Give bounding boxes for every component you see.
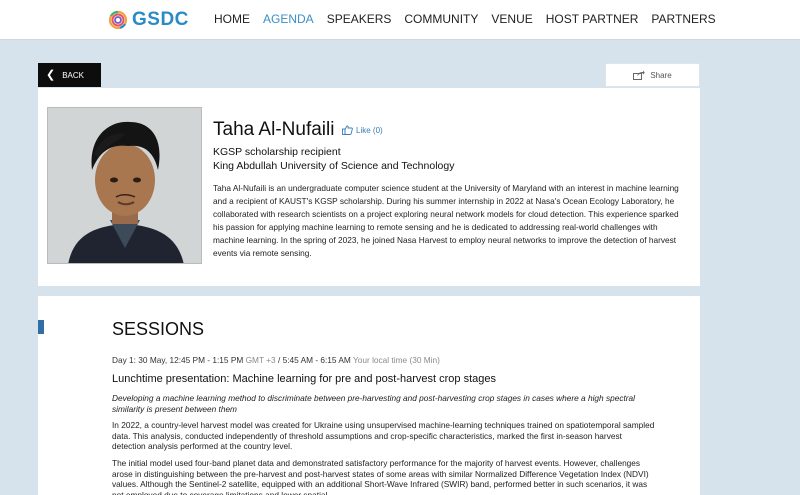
top-navigation-bar: GSDC HOME AGENDA SPEAKERS COMMUNITY VENU… <box>0 0 800 40</box>
nav-item-community[interactable]: COMMUNITY <box>404 12 478 26</box>
speaker-organization: King Abdullah University of Science and … <box>213 160 455 172</box>
back-button[interactable]: ❮ BACK <box>38 63 101 87</box>
session-description-paragraph: In 2022, a country-level harvest model w… <box>112 420 655 451</box>
speaker-bio: Taha Al-Nufaili is an undergraduate comp… <box>213 183 679 258</box>
sessions-section: SESSIONS Day 1: 30 May, 12:45 PM - 1:15 … <box>38 296 700 495</box>
sessions-heading: SESSIONS <box>112 319 205 339</box>
speaker-profile-card: Taha Al-Nufaili Like (0) KGSP scholarshi… <box>38 88 700 286</box>
like-count-label: Like (0) <box>356 125 383 135</box>
session-title[interactable]: Lunchtime presentation: Machine learning… <box>112 373 496 385</box>
chevron-left-icon: ❮ <box>46 68 56 81</box>
share-button[interactable]: Share <box>605 63 700 87</box>
speaker-photo <box>47 107 202 264</box>
nav-item-partners[interactable]: PARTNERS <box>651 12 715 26</box>
section-accent-bar <box>38 320 44 334</box>
nav-item-venue[interactable]: VENUE <box>491 12 532 26</box>
speaker-portrait-icon <box>48 108 201 263</box>
speaker-role: KGSP scholarship recipient <box>213 146 341 158</box>
speaker-name: Taha Al-Nufaili <box>213 119 335 140</box>
session-day-time: Day 1: 30 May, 12:45 PM - 1:15 PM <box>112 355 244 365</box>
nav-item-host-partner[interactable]: HOST PARTNER <box>546 12 639 26</box>
like-button[interactable]: Like (0) <box>342 125 383 135</box>
session-local-time: / 5:45 AM - 6:15 AM <box>277 355 351 365</box>
logo-text: GSDC <box>132 9 189 30</box>
logo-icon <box>108 10 128 30</box>
share-icon <box>633 70 646 80</box>
session-subtitle: Developing a machine learning method to … <box>112 393 635 414</box>
nav-item-agenda[interactable]: AGENDA <box>263 12 314 26</box>
share-button-label: Share <box>650 70 672 80</box>
session-description-paragraph: The initial model used four-band planet … <box>112 458 649 495</box>
session-duration: (30 Min) <box>409 355 440 365</box>
site-logo[interactable]: GSDC <box>108 8 189 32</box>
main-nav: HOME AGENDA SPEAKERS COMMUNITY VENUE HOS… <box>214 12 729 26</box>
nav-item-home[interactable]: HOME <box>214 12 250 26</box>
nav-item-speakers[interactable]: SPEAKERS <box>327 12 392 26</box>
session-time: Day 1: 30 May, 12:45 PM - 1:15 PM GMT +3… <box>112 355 440 365</box>
session-timezone: GMT +3 <box>245 355 276 365</box>
thumbs-up-icon <box>342 125 353 135</box>
local-time-label: Your local time <box>353 355 408 365</box>
back-button-label: BACK <box>62 70 85 80</box>
